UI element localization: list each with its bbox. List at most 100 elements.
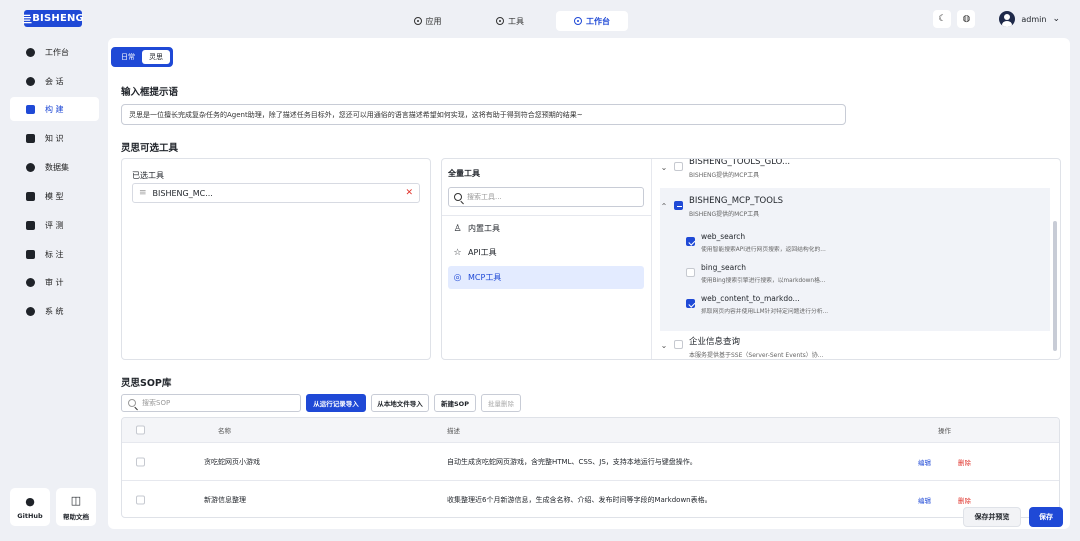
selected-tool-name: BISHENG_MC...	[152, 188, 213, 198]
group-checkbox[interactable]	[674, 340, 683, 349]
chevron-down-icon[interactable]: ⌄	[660, 341, 668, 350]
language-globe-icon[interactable]: ◍	[957, 10, 976, 28]
chevron-down-icon: ⌄	[1052, 14, 1060, 24]
tool-name: web_search	[701, 232, 746, 241]
tool-group-header[interactable]: ⌄ 企业信息查询 本服务提供基于SSE（Server-Sent Events）协…	[660, 335, 824, 359]
tool-checkbox[interactable]	[686, 299, 695, 308]
gear-icon	[26, 306, 35, 316]
tool-item[interactable]: web_search 使用智能搜索API进行网页搜索，返回结构化的...	[686, 232, 826, 253]
category-label: MCP工具	[468, 273, 502, 282]
delete-link[interactable]: 删除	[958, 457, 971, 467]
category-mcp[interactable]: ◎ MCP工具	[448, 266, 644, 289]
batch-delete-button[interactable]: 批量删除	[481, 394, 521, 412]
tag-icon	[26, 249, 35, 259]
new-sop-button[interactable]: 新建SOP	[434, 394, 476, 412]
nav-workbench[interactable]: 工作台	[556, 11, 628, 31]
sidebar-item-label: 标 注	[45, 249, 64, 259]
workbench-icon	[574, 17, 582, 25]
sidebar-item-audit[interactable]: 审 计	[10, 270, 99, 294]
workbench-icon	[26, 47, 35, 57]
edit-link[interactable]: 编辑	[918, 495, 931, 505]
group-checkbox[interactable]	[674, 162, 683, 171]
mode-tabs: 日常 灵思	[111, 47, 173, 67]
table-row[interactable]: 新游信息整理 收集整理近6个月新游信息，生成含名称、介绍、发布时间等字段的Mar…	[122, 480, 1059, 517]
sidebar-item-evaluation[interactable]: 评 测	[10, 213, 99, 237]
save-and-preview-button[interactable]: 保存并预览	[963, 507, 1021, 527]
tab-lingsi[interactable]: 灵思	[142, 50, 170, 64]
sop-search-placeholder: 搜索SOP	[142, 399, 171, 407]
sidebar-item-knowledge[interactable]: 知 识	[10, 126, 99, 150]
user-menu[interactable]: admin ⌄	[999, 11, 1060, 27]
sidebar-item-dataset[interactable]: 数据集	[10, 155, 99, 179]
sidebar-item-build[interactable]: 构 建	[10, 97, 99, 121]
tool-item[interactable]: bing_search 使用Bing搜索引擎进行搜索，以markdown格...	[686, 263, 825, 284]
github-label: GitHub	[17, 511, 43, 520]
sidebar-item-annotation[interactable]: 标 注	[10, 242, 99, 266]
tool-search-input[interactable]: 搜索工具...	[448, 187, 644, 207]
tool-group-header[interactable]: ⌄ BISHENG_TOOLS_GLO... BISHENG提供的MCP工具	[660, 159, 790, 179]
main-panel: 日常 灵思 输入框提示语 灵思是一位擅长完成复杂任务的Agent助理，除了描述任…	[108, 38, 1070, 529]
delete-link[interactable]: 删除	[958, 495, 971, 505]
theme-toggle-icon[interactable]: ☾	[933, 10, 952, 28]
bisheng-logo[interactable]: 亖 BISHENG	[22, 10, 84, 27]
tool-name: web_content_to_markdo...	[701, 294, 800, 303]
search-icon	[454, 193, 462, 201]
import-from-run-button[interactable]: 从运行记录导入	[306, 394, 366, 412]
shield-icon	[26, 277, 35, 287]
import-local-button[interactable]: 从本地文件导入	[371, 394, 429, 412]
chevron-down-icon[interactable]: ⌄	[660, 163, 668, 172]
tool-search-placeholder: 搜索工具...	[467, 193, 502, 201]
tool-group: ⌄ BISHENG_TOOLS_GLO... BISHENG提供的MCP工具	[660, 159, 1050, 187]
sidebar-item-workbench[interactable]: 工作台	[10, 40, 99, 64]
apps-icon	[413, 17, 422, 25]
sidebar-item-chat[interactable]: 会 话	[10, 69, 99, 93]
tool-group-desc: BISHENG提供的MCP工具	[689, 172, 760, 179]
sidebar-item-system[interactable]: 系 统	[10, 299, 99, 323]
tab-daily[interactable]: 日常	[114, 50, 142, 64]
select-all-checkbox[interactable]	[136, 425, 145, 435]
remove-icon[interactable]: ✕	[405, 188, 413, 198]
nav-apps[interactable]: 应用	[385, 11, 470, 31]
tool-desc: 使用智能搜索API进行网页搜索，返回结构化的...	[701, 247, 826, 253]
save-button[interactable]: 保存	[1029, 507, 1063, 527]
tool-checkbox[interactable]	[686, 268, 695, 277]
row-checkbox[interactable]	[136, 457, 145, 466]
prompt-input[interactable]: 灵思是一位擅长完成复杂任务的Agent助理，除了描述任务目标外，您还可以用通俗的…	[121, 104, 846, 125]
tool-name: bing_search	[701, 263, 747, 272]
sop-search-input[interactable]: 搜索SOP	[121, 394, 301, 412]
sop-section-title: 灵思SOP库	[121, 378, 172, 389]
tool-group-expanded: ⌃ BISHENG_MCP_TOOLS BISHENG提供的MCP工具 web_…	[660, 188, 1050, 331]
tool-group-header[interactable]: ⌃ BISHENG_MCP_TOOLS BISHENG提供的MCP工具	[660, 196, 783, 218]
sidebar-item-label: 知 识	[45, 133, 64, 143]
scrollbar[interactable]	[1053, 221, 1057, 351]
nav-tools[interactable]: 工具	[470, 11, 550, 31]
row-name: 贪吃蛇网页小游戏	[204, 457, 260, 466]
category-api[interactable]: ☆ API工具	[448, 241, 644, 264]
drag-handle-icon[interactable]: ≡	[139, 188, 147, 198]
row-checkbox[interactable]	[136, 495, 145, 504]
evaluation-icon	[26, 220, 35, 230]
sidebar-item-model[interactable]: 模 型	[10, 184, 99, 208]
sidebar-item-label: 构 建	[45, 104, 64, 114]
category-builtin[interactable]: ♙ 内置工具	[448, 217, 644, 240]
help-docs-link[interactable]: ◫ 帮助文档	[56, 488, 96, 526]
row-desc: 自动生成贪吃蛇网页游戏，含完整HTML、CSS、JS，支持本地运行与键盘操作。	[447, 457, 697, 466]
tool-item[interactable]: web_content_to_markdo... 抓取网页内容并使用LLM针对特…	[686, 294, 828, 315]
username: admin	[1021, 14, 1047, 24]
nav-tools-label: 工具	[508, 16, 524, 26]
group-checkbox[interactable]	[674, 201, 683, 210]
sidebar-item-label: 模 型	[45, 191, 64, 201]
tool-checkbox[interactable]	[686, 237, 695, 246]
sop-table: 名称 描述 操作 贪吃蛇网页小游戏 自动生成贪吃蛇网页游戏，含完整HTML、CS…	[121, 417, 1060, 518]
model-icon	[26, 191, 35, 201]
chevron-up-icon[interactable]: ⌃	[660, 202, 668, 211]
category-label: API工具	[468, 248, 497, 257]
sidebar-item-label: 数据集	[45, 162, 69, 172]
table-row[interactable]: 贪吃蛇网页小游戏 自动生成贪吃蛇网页游戏，含完整HTML、CSS、JS，支持本地…	[122, 442, 1059, 480]
github-link[interactable]: ● GitHub	[10, 488, 50, 526]
build-icon	[26, 104, 35, 114]
column-desc: 描述	[447, 427, 460, 435]
edit-link[interactable]: 编辑	[918, 457, 931, 467]
category-label: 内置工具	[468, 224, 500, 233]
selected-tool-chip[interactable]: ≡ BISHENG_MC... ✕	[132, 183, 420, 203]
